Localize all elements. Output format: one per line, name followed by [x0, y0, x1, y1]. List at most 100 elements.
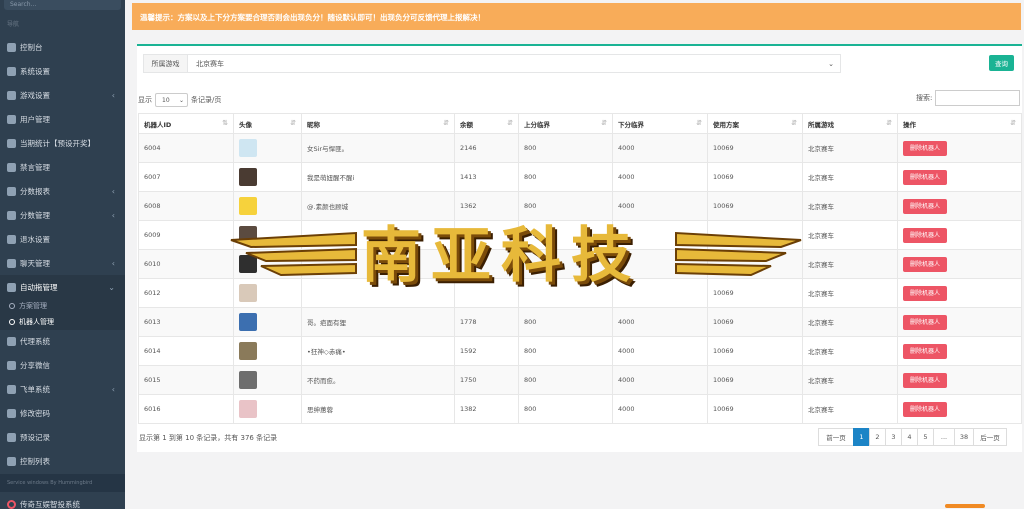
cell-plan: 10069: [707, 133, 803, 163]
chevron-down-icon: ⌄: [178, 96, 184, 104]
sidebar-item-9[interactable]: 退水设置: [0, 227, 125, 251]
cell-action: 删除机器人: [897, 133, 1022, 163]
table-row[interactable]: 6004 女Sir与悍匪。 2146 800 4000 10069 北京赛车 删除机器人: [138, 133, 1022, 163]
next-page-button[interactable]: 后一页: [973, 428, 1007, 446]
cell-nickname: 不药而愈。: [301, 365, 455, 395]
search-input[interactable]: [935, 90, 1021, 106]
column-header[interactable]: 上分临界 ⇵: [518, 113, 613, 134]
delete-robot-button[interactable]: 删除机器人: [903, 198, 947, 214]
query-button[interactable]: 查询: [989, 55, 1014, 71]
cell-id: 6008: [138, 191, 234, 221]
sidebar-search-input[interactable]: Search...: [4, 0, 121, 10]
page-button[interactable]: 3: [885, 428, 902, 446]
cell-plan: 10069: [707, 307, 803, 337]
page-button[interactable]: 1: [853, 428, 870, 446]
delete-robot-button[interactable]: 删除机器人: [903, 140, 947, 156]
delete-robot-button[interactable]: 删除机器人: [903, 169, 947, 185]
page-button[interactable]: 38: [954, 428, 974, 446]
cell-up-threshold: 800: [518, 133, 613, 163]
delete-robot-button[interactable]: 删除机器人: [903, 285, 947, 301]
table-row[interactable]: 6015 不药而愈。 1750 800 4000 10069 北京赛车 删除机器人: [138, 365, 1022, 395]
plane-icon: [7, 384, 16, 394]
sidebar-item-after-4[interactable]: 修改密码: [0, 401, 125, 425]
delete-robot-button[interactable]: 删除机器人: [903, 314, 947, 330]
table-row[interactable]: 6016 思绅蕙蓉 1382 800 4000 10069 北京赛车 删除机器人: [138, 394, 1022, 424]
sidebar-subitem-1[interactable]: 方案管理: [0, 298, 125, 314]
cell-action: 删除机器人: [897, 365, 1022, 395]
sidebar-item-7[interactable]: 分数报表 ‹: [0, 179, 125, 203]
cell-nickname: 哥。疤面有狸: [301, 307, 455, 337]
cell-plan: 10069: [707, 365, 803, 395]
sidebar-item-8[interactable]: 分数管理 ‹: [0, 203, 125, 227]
sidebar-item-5[interactable]: 当期统计【预设开奖】: [0, 131, 125, 155]
cell-id: 6010: [138, 249, 234, 279]
cell-id: 6009: [138, 220, 234, 250]
column-header[interactable]: 余额 ⇵: [454, 113, 519, 134]
cell-action: 删除机器人: [897, 394, 1022, 424]
prev-page-button[interactable]: 前一页: [818, 428, 854, 446]
nav-title: 导航: [7, 21, 20, 28]
sidebar-item-label: 控制台: [20, 42, 43, 52]
column-header[interactable]: 使用方案 ⇵: [707, 113, 803, 134]
table-row[interactable]: 6007 我是萌妞醒不醒i 1413 800 4000 10069 北京赛车 删除机器人: [138, 162, 1022, 192]
sidebar-item-6[interactable]: 禁言管理: [0, 155, 125, 179]
sidebar-item-label: 游戏设置: [20, 90, 50, 100]
delete-robot-button[interactable]: 删除机器人: [903, 256, 947, 272]
column-header[interactable]: 机器人ID ⇅: [138, 113, 234, 134]
sidebar-subitem-2[interactable]: 机器人管理: [0, 314, 125, 330]
page-ellipsis: ...: [933, 428, 955, 446]
cell-action: 删除机器人: [897, 278, 1022, 308]
page-button[interactable]: 2: [869, 428, 886, 446]
game-select[interactable]: 北京赛车 ⌄: [188, 55, 840, 72]
search-label: 搜索:: [916, 94, 933, 102]
report-icon: [7, 186, 16, 196]
column-header[interactable]: 所属游戏 ⇵: [802, 113, 898, 134]
share-icon: [7, 336, 16, 346]
game-filter-label: 所属游戏: [144, 55, 188, 72]
refund-icon: [7, 234, 16, 244]
sidebar: Search... 导航 控制台系统设置 游戏设置 ‹ 用户管理 当期统计【预设开奖】禁…: [0, 0, 125, 509]
cell-action: 删除机器人: [897, 220, 1022, 250]
cell-game: 北京赛车: [802, 365, 898, 395]
game-select-value: 北京赛车: [196, 59, 224, 68]
column-header[interactable]: 昵称 ⇵: [301, 113, 455, 134]
delete-robot-button[interactable]: 删除机器人: [903, 372, 947, 388]
delete-robot-button[interactable]: 删除机器人: [903, 401, 947, 417]
sidebar-item-3[interactable]: 游戏设置 ‹: [0, 83, 125, 107]
cell-up-threshold: 800: [518, 394, 613, 424]
sidebar-item-after-5[interactable]: 预设记录: [0, 425, 125, 449]
sidebar-item-2[interactable]: 系统设置: [0, 59, 125, 83]
column-header[interactable]: 操作 ⇵: [897, 113, 1022, 134]
column-header-label: 使用方案: [713, 120, 739, 129]
sidebar-item-after-2[interactable]: 分享微信: [0, 353, 125, 377]
sidebar-item-label: 禁言管理: [20, 162, 50, 172]
page-length-select[interactable]: 10 ⌄: [155, 93, 188, 107]
sidebar-item-after-6[interactable]: 控制列表: [0, 449, 125, 473]
users-icon: [7, 114, 16, 124]
sidebar-item-10[interactable]: 聊天管理 ‹: [0, 251, 125, 275]
delete-robot-button[interactable]: 删除机器人: [903, 343, 947, 359]
page-button[interactable]: 5: [917, 428, 934, 446]
sidebar-item-after-1[interactable]: 代理系统: [0, 329, 125, 353]
sidebar-item-after-3[interactable]: 飞单系统 ‹: [0, 377, 125, 401]
cell-id: 6016: [138, 394, 234, 424]
sidebar-item-4[interactable]: 用户管理: [0, 107, 125, 131]
cell-action: 删除机器人: [897, 191, 1022, 221]
sidebar-item-last[interactable]: 传奇互娱智投系统: [0, 495, 125, 509]
table-row[interactable]: 6013 哥。疤面有狸 1778 800 4000 10069 北京赛车 删除机器人: [138, 307, 1022, 337]
length-prefix: 显示: [138, 96, 152, 104]
cell-action: 删除机器人: [897, 307, 1022, 337]
sidebar-item-11[interactable]: 自动拖管理 ⌄: [0, 275, 125, 299]
page-button[interactable]: 4: [901, 428, 918, 446]
column-header[interactable]: 头像 ⇵: [233, 113, 302, 134]
delete-robot-button[interactable]: 删除机器人: [903, 227, 947, 243]
gear-icon: [7, 66, 16, 76]
table-row[interactable]: 6014 •狂神◇赤痛• 1592 800 4000 10069 北京赛车 删除机器人: [138, 336, 1022, 366]
sidebar-item-1[interactable]: 控制台: [0, 35, 125, 59]
decorative-mark: [945, 504, 985, 508]
column-header[interactable]: 下分临界 ⇵: [612, 113, 708, 134]
game-filter[interactable]: 所属游戏 北京赛车 ⌄: [143, 54, 841, 73]
cell-balance: 1382: [454, 394, 519, 424]
cell-avatar: [233, 365, 302, 395]
cell-plan: 10069: [707, 394, 803, 424]
